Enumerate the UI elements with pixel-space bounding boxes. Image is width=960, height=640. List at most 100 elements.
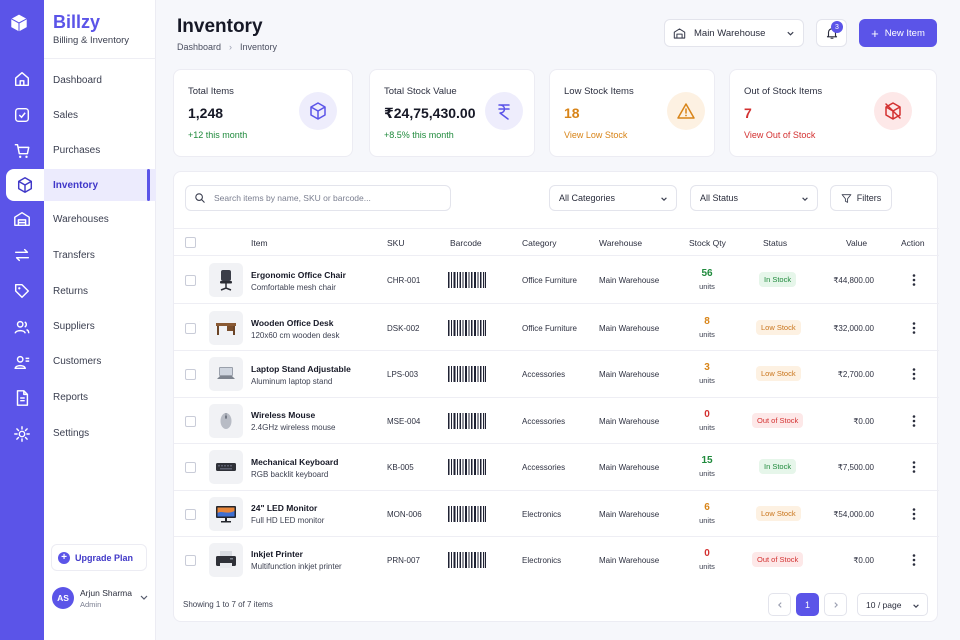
- breadcrumb-dashboard[interactable]: Dashboard: [177, 42, 221, 52]
- user-role: Admin: [80, 600, 102, 609]
- reports-icon[interactable]: [11, 387, 33, 409]
- row-checkbox[interactable]: [185, 462, 196, 473]
- upgrade-plan-button[interactable]: + Upgrade Plan: [51, 544, 147, 571]
- sidebar-item-settings[interactable]: Settings: [44, 417, 156, 449]
- select-all-checkbox[interactable]: [185, 237, 196, 248]
- category: Accessories: [522, 417, 566, 426]
- sidebar-item-reports[interactable]: Reports: [44, 381, 156, 413]
- column-header-status[interactable]: Status: [763, 238, 787, 248]
- category: Electronics: [522, 556, 562, 565]
- chevron-right-icon: [833, 601, 838, 608]
- item-name[interactable]: Wooden Office Desk: [251, 318, 334, 328]
- transfer-icon[interactable]: [11, 244, 33, 266]
- sku: LPS-003: [387, 370, 419, 379]
- table-row[interactable]: Mechanical Keyboard RGB backlit keyboard…: [174, 444, 939, 491]
- sidebar: Billzy Billing & Inventory Dashboard Sal…: [44, 0, 156, 640]
- row-checkbox[interactable]: [185, 369, 196, 380]
- sidebar-item-purchases[interactable]: Purchases: [44, 134, 156, 166]
- search-input[interactable]: [214, 193, 434, 203]
- filters-button[interactable]: Filters: [830, 185, 892, 211]
- item-name[interactable]: Inkjet Printer: [251, 549, 303, 559]
- next-page-button[interactable]: [824, 593, 847, 616]
- view-low-stock-link[interactable]: View Low Stock: [564, 130, 627, 140]
- stat-label: Total Stock Value: [384, 86, 457, 97]
- column-header-stock-qty[interactable]: Stock Qty: [689, 238, 726, 248]
- stat-card-total-stock-value: Total Stock Value ₹24,75,430.00 +8.5% th…: [369, 69, 535, 157]
- user-menu[interactable]: AS Arjun Sharma Admin: [52, 587, 152, 611]
- sidebar-item-suppliers[interactable]: Suppliers: [44, 310, 156, 342]
- sku: DSK-002: [387, 324, 420, 333]
- row-checkbox[interactable]: [185, 416, 196, 427]
- more-actions-icon[interactable]: [910, 553, 918, 567]
- table-row[interactable]: Wireless Mouse 2.4GHz wireless mouse MSE…: [174, 398, 939, 444]
- sidebar-item-sales[interactable]: Sales: [44, 99, 156, 131]
- item-name[interactable]: Ergonomic Office Chair: [251, 270, 346, 280]
- suppliers-icon[interactable]: [11, 316, 33, 338]
- status-select[interactable]: All Status: [690, 185, 818, 211]
- table-row[interactable]: Laptop Stand Adjustable Aluminum laptop …: [174, 351, 939, 398]
- warehouse: Main Warehouse: [599, 370, 660, 379]
- item-desc: Multifunction inkjet printer: [251, 562, 342, 571]
- stat-value: 1,248: [188, 105, 224, 121]
- warehouse-icon[interactable]: [11, 208, 33, 230]
- home-icon[interactable]: [11, 68, 33, 90]
- search-box[interactable]: [185, 185, 451, 211]
- item-name[interactable]: Laptop Stand Adjustable: [251, 364, 351, 374]
- per-page-select[interactable]: 10 / page: [857, 593, 928, 616]
- item-name[interactable]: Wireless Mouse: [251, 410, 315, 420]
- more-actions-icon[interactable]: [910, 507, 918, 521]
- row-checkbox[interactable]: [185, 555, 196, 566]
- table-row[interactable]: Wooden Office Desk 120x60 cm wooden desk…: [174, 304, 939, 351]
- column-header-value[interactable]: Value: [846, 238, 867, 248]
- return-icon[interactable]: [11, 280, 33, 302]
- new-item-button[interactable]: + New Item: [859, 19, 937, 47]
- sidebar-item-warehouses[interactable]: Warehouses: [44, 203, 156, 235]
- table-row[interactable]: 24" LED Monitor Full HD LED monitor MON-…: [174, 491, 939, 537]
- more-actions-icon[interactable]: [910, 367, 918, 381]
- more-actions-icon[interactable]: [910, 321, 918, 335]
- sidebar-item-returns[interactable]: Returns: [44, 275, 156, 307]
- prev-page-button[interactable]: [768, 593, 791, 616]
- warehouse: Main Warehouse: [599, 276, 660, 285]
- sidebar-item-dashboard[interactable]: Dashboard: [44, 64, 156, 96]
- category-select[interactable]: All Categories: [549, 185, 677, 211]
- table-row[interactable]: Ergonomic Office Chair Comfortable mesh …: [174, 256, 939, 304]
- qty-value: 0: [704, 548, 710, 559]
- upgrade-plan-label: Upgrade Plan: [75, 552, 134, 563]
- column-header-sku[interactable]: SKU: [387, 238, 404, 248]
- printer-icon: [209, 543, 243, 577]
- notifications-button[interactable]: 3: [816, 19, 847, 47]
- cube-icon[interactable]: [6, 169, 44, 201]
- more-actions-icon[interactable]: [910, 460, 918, 474]
- column-header-warehouse[interactable]: Warehouse: [599, 238, 642, 248]
- settings-icon[interactable]: [11, 423, 33, 445]
- notification-badge: 3: [831, 21, 843, 33]
- customers-icon[interactable]: [11, 351, 33, 373]
- chevron-right-icon: ›: [229, 42, 233, 52]
- stat-label: Total Items: [188, 86, 234, 97]
- warehouse-select[interactable]: Main Warehouse: [664, 19, 804, 47]
- receipt-icon[interactable]: [11, 104, 33, 126]
- row-checkbox[interactable]: [185, 323, 196, 334]
- cart-icon[interactable]: [11, 140, 33, 162]
- column-header-barcode[interactable]: Barcode: [450, 238, 482, 248]
- sidebar-item-customers[interactable]: Customers: [44, 345, 156, 377]
- row-checkbox[interactable]: [185, 275, 196, 286]
- inventory-panel: All Categories All Status Filters Item S…: [173, 171, 939, 622]
- page-button-1[interactable]: 1: [796, 593, 819, 616]
- view-out-of-stock-link[interactable]: View Out of Stock: [744, 130, 815, 140]
- table-row[interactable]: Inkjet Printer Multifunction inkjet prin…: [174, 537, 939, 584]
- sidebar-item-transfers[interactable]: Transfers: [44, 239, 156, 271]
- box-off-icon: [874, 92, 912, 130]
- sidebar-item-inventory[interactable]: Inventory: [44, 169, 156, 201]
- item-name[interactable]: Mechanical Keyboard: [251, 457, 338, 467]
- rupee-icon: [485, 92, 523, 130]
- user-name: Arjun Sharma: [80, 588, 132, 598]
- more-actions-icon[interactable]: [910, 273, 918, 287]
- column-header-category[interactable]: Category: [522, 238, 557, 248]
- more-actions-icon[interactable]: [910, 414, 918, 428]
- row-checkbox[interactable]: [185, 509, 196, 520]
- column-header-item[interactable]: Item: [251, 238, 268, 248]
- item-name[interactable]: 24" LED Monitor: [251, 503, 317, 513]
- monitor-icon: [209, 497, 243, 531]
